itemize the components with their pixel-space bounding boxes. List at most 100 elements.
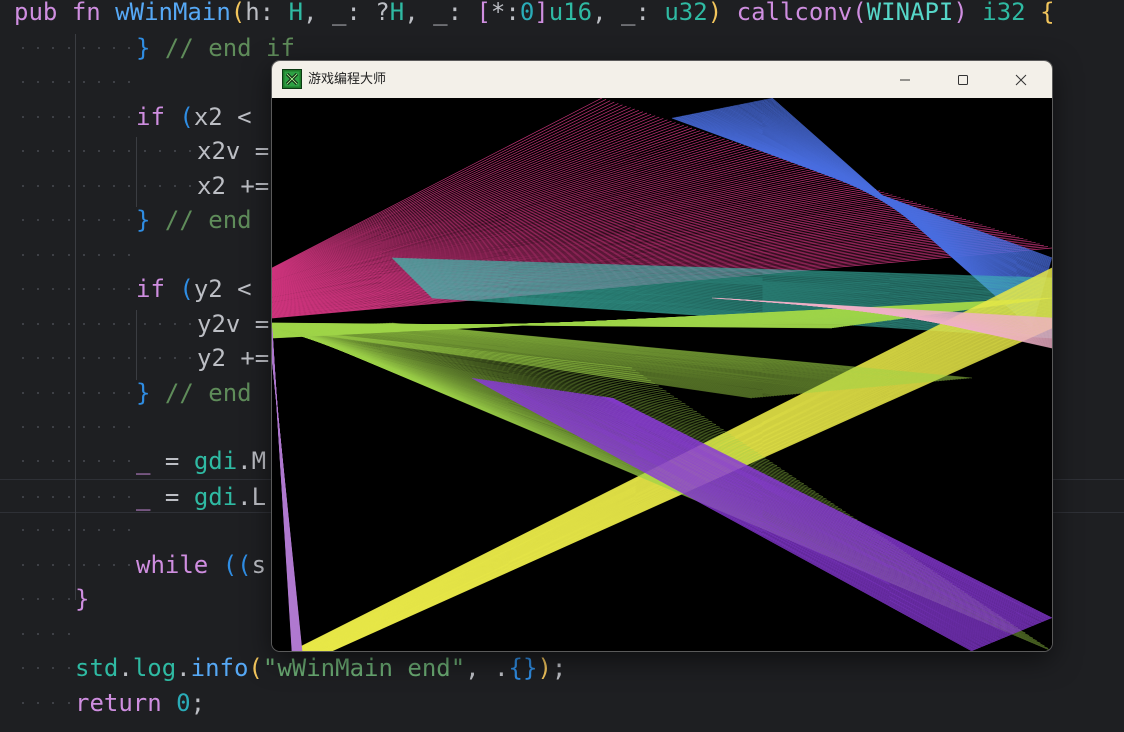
code-token: )	[953, 0, 968, 26]
drawing-canvas	[272, 98, 1052, 651]
code-token: info	[190, 654, 249, 683]
code-token: callconv	[736, 0, 853, 26]
code-token: .	[237, 447, 252, 476]
code-token: ((	[222, 550, 252, 579]
code-token: std	[75, 654, 119, 683]
code-token: :	[259, 0, 289, 26]
code-token: (	[179, 275, 194, 304]
code-token: :	[447, 0, 477, 26]
code-token: y2 +=	[197, 344, 270, 373]
code-token: .	[237, 482, 252, 511]
code-token: {}	[508, 654, 538, 683]
code-token: (	[179, 102, 194, 131]
code-token: _	[621, 0, 636, 26]
code-token: WINAPI	[866, 0, 954, 26]
code-token: )	[537, 654, 552, 683]
code-token: ;	[190, 688, 206, 717]
code-token: y2 <	[193, 275, 252, 304]
code-token: // end if	[164, 34, 295, 62]
code-token: gdi	[193, 482, 238, 511]
code-token: }	[136, 34, 151, 62]
code-token: :	[635, 0, 665, 26]
code-token: ,	[592, 0, 621, 26]
line-fan	[272, 327, 303, 651]
minimize-button[interactable]	[876, 61, 934, 98]
code-token: H	[389, 0, 405, 26]
code-token: _	[433, 0, 448, 26]
code-token: : ?	[346, 0, 390, 26]
code-token: .	[176, 654, 191, 683]
code-token: (	[248, 654, 263, 683]
code-token: u32	[664, 0, 708, 26]
code-token: x2v =	[197, 137, 270, 166]
close-icon	[1015, 74, 1027, 85]
indent-guide	[136, 137, 137, 207]
code-token: pub	[14, 0, 58, 26]
code-token: i32	[982, 0, 1026, 26]
code-token: // end	[164, 378, 252, 407]
code-token: log	[132, 654, 177, 683]
code-token: }	[136, 206, 151, 235]
code-line[interactable]: return 0;	[0, 686, 1124, 721]
game-app-icon	[282, 69, 302, 89]
code-token: (	[852, 0, 867, 26]
title-bar[interactable]: 游戏编程大师	[272, 61, 1052, 98]
code-token: s	[251, 550, 267, 579]
code-token: }	[136, 378, 151, 407]
code-token: M	[251, 447, 267, 476]
indent-guide	[136, 310, 137, 380]
code-token: y2v =	[197, 309, 270, 338]
code-token: [	[476, 0, 491, 26]
code-token: h	[245, 0, 260, 26]
maximize-button[interactable]	[934, 61, 992, 98]
code-token: H	[288, 0, 304, 26]
code-token: }	[75, 585, 90, 614]
app-window[interactable]: 游戏编程大师	[272, 61, 1052, 651]
code-token: _	[136, 447, 151, 476]
code-token: if	[136, 275, 165, 304]
code-token: x2 <	[193, 102, 252, 131]
indent-guide	[75, 34, 76, 600]
code-token: L	[251, 482, 267, 511]
code-token: // end	[164, 206, 252, 235]
code-token: .	[118, 654, 133, 683]
code-line[interactable]: std.log.info("wWinMain end", .{});	[0, 651, 1124, 686]
code-token: _	[136, 482, 151, 511]
code-token: =	[150, 482, 194, 511]
code-token: return	[75, 688, 162, 717]
close-button[interactable]	[992, 61, 1050, 98]
code-token: x2 +=	[197, 171, 270, 200]
code-token: 0	[176, 688, 191, 717]
code-token: )	[707, 0, 723, 26]
maximize-icon	[958, 74, 968, 85]
code-token: _	[331, 0, 347, 26]
minimize-icon	[900, 79, 910, 80]
code-token: 0	[519, 0, 535, 26]
window-title: 游戏编程大师	[308, 72, 387, 87]
code-token: *:	[490, 0, 520, 26]
code-token: fn	[71, 0, 101, 26]
code-token: wWinMain	[115, 0, 231, 26]
code-token: ,	[303, 0, 332, 26]
code-token: "wWinMain end"	[262, 654, 466, 683]
code-token: ;	[551, 654, 567, 683]
code-token: (	[230, 0, 246, 26]
code-token: if	[136, 102, 165, 131]
code-token: ]	[534, 0, 549, 26]
code-token: , .	[465, 654, 509, 683]
code-token: ,	[404, 0, 434, 26]
code-line[interactable]: pub fn wWinMain(h: H, _: ?H, _: [*:0]u16…	[0, 0, 1124, 30]
code-token: gdi	[193, 447, 238, 476]
code-token: {	[1040, 0, 1055, 26]
